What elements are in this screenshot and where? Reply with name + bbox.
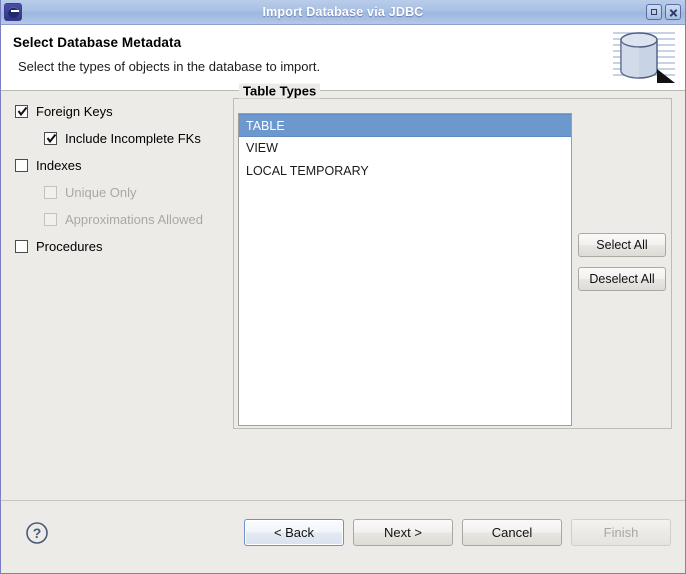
checkbox-row-include-incomplete-fks[interactable]: Include Incomplete FKs xyxy=(15,125,230,152)
eclipse-bite xyxy=(11,10,19,12)
checkbox-row-indexes[interactable]: Indexes xyxy=(15,152,230,179)
title-bar[interactable]: Import Database via JDBC xyxy=(1,0,685,25)
checkbox-label-approximations-allowed: Approximations Allowed xyxy=(65,212,204,227)
list-item[interactable]: LOCAL TEMPORARY xyxy=(239,160,571,183)
checkbox-row-procedures[interactable]: Procedures xyxy=(15,233,230,260)
page-title: Select Database Metadata xyxy=(13,35,182,50)
checkbox-label-include-incomplete-fks: Include Incomplete FKs xyxy=(65,131,201,146)
checkbox-row-foreign-keys[interactable]: Foreign Keys xyxy=(15,98,230,125)
svg-text:?: ? xyxy=(33,525,42,541)
check-icon xyxy=(17,106,28,117)
close-icon[interactable] xyxy=(665,4,681,20)
check-icon xyxy=(46,133,57,144)
deselect-all-button[interactable]: Deselect All xyxy=(578,267,666,291)
metadata-options-group: Foreign Keys Include Incomplete FKs Inde… xyxy=(15,98,230,260)
list-item[interactable]: TABLE xyxy=(239,114,571,137)
checkbox-row-approximations-allowed: Approximations Allowed xyxy=(15,206,230,233)
table-types-actions: Select All Deselect All xyxy=(578,233,666,301)
eclipse-app-icon xyxy=(4,3,22,21)
table-types-list[interactable]: TABLE VIEW LOCAL TEMPORARY xyxy=(238,113,572,426)
wizard-buttons: < Back Next > Cancel Finish xyxy=(244,519,671,546)
checkbox-include-incomplete-fks[interactable] xyxy=(44,132,57,145)
checkbox-row-unique-only: Unique Only xyxy=(15,179,230,206)
checkbox-procedures[interactable] xyxy=(15,240,28,253)
checkbox-approximations-allowed xyxy=(44,213,57,226)
checkbox-label-procedures: Procedures xyxy=(36,239,103,254)
page-description: Select the types of objects in the datab… xyxy=(18,59,321,74)
checkbox-unique-only xyxy=(44,186,57,199)
dialog-body: Foreign Keys Include Incomplete FKs Inde… xyxy=(1,83,685,500)
help-question-icon[interactable]: ? xyxy=(25,521,49,545)
eclipse-disc xyxy=(8,7,19,18)
checkbox-label-unique-only: Unique Only xyxy=(65,185,137,200)
table-types-group-label: Table Types xyxy=(239,83,321,99)
cancel-button[interactable]: Cancel xyxy=(462,519,562,546)
next-button[interactable]: Next > xyxy=(353,519,453,546)
checkbox-indexes[interactable] xyxy=(15,159,28,172)
dialog-header: Select Database Metadata Select the type… xyxy=(1,25,685,91)
select-all-button[interactable]: Select All xyxy=(578,233,666,257)
window-controls xyxy=(646,4,685,20)
checkbox-foreign-keys[interactable] xyxy=(15,105,28,118)
database-cylinder-icon xyxy=(613,32,675,83)
checkbox-label-foreign-keys: Foreign Keys xyxy=(36,104,113,119)
dialog-window: Import Database via JDBC Select Database… xyxy=(0,0,686,574)
finish-button: Finish xyxy=(571,519,671,546)
checkbox-label-indexes: Indexes xyxy=(36,158,82,173)
maximize-icon[interactable] xyxy=(646,4,662,20)
back-button[interactable]: < Back xyxy=(244,519,344,546)
list-item[interactable]: VIEW xyxy=(239,137,571,160)
dialog-footer: ? < Back Next > Cancel Finish xyxy=(1,500,685,573)
window-title: Import Database via JDBC xyxy=(262,5,424,19)
